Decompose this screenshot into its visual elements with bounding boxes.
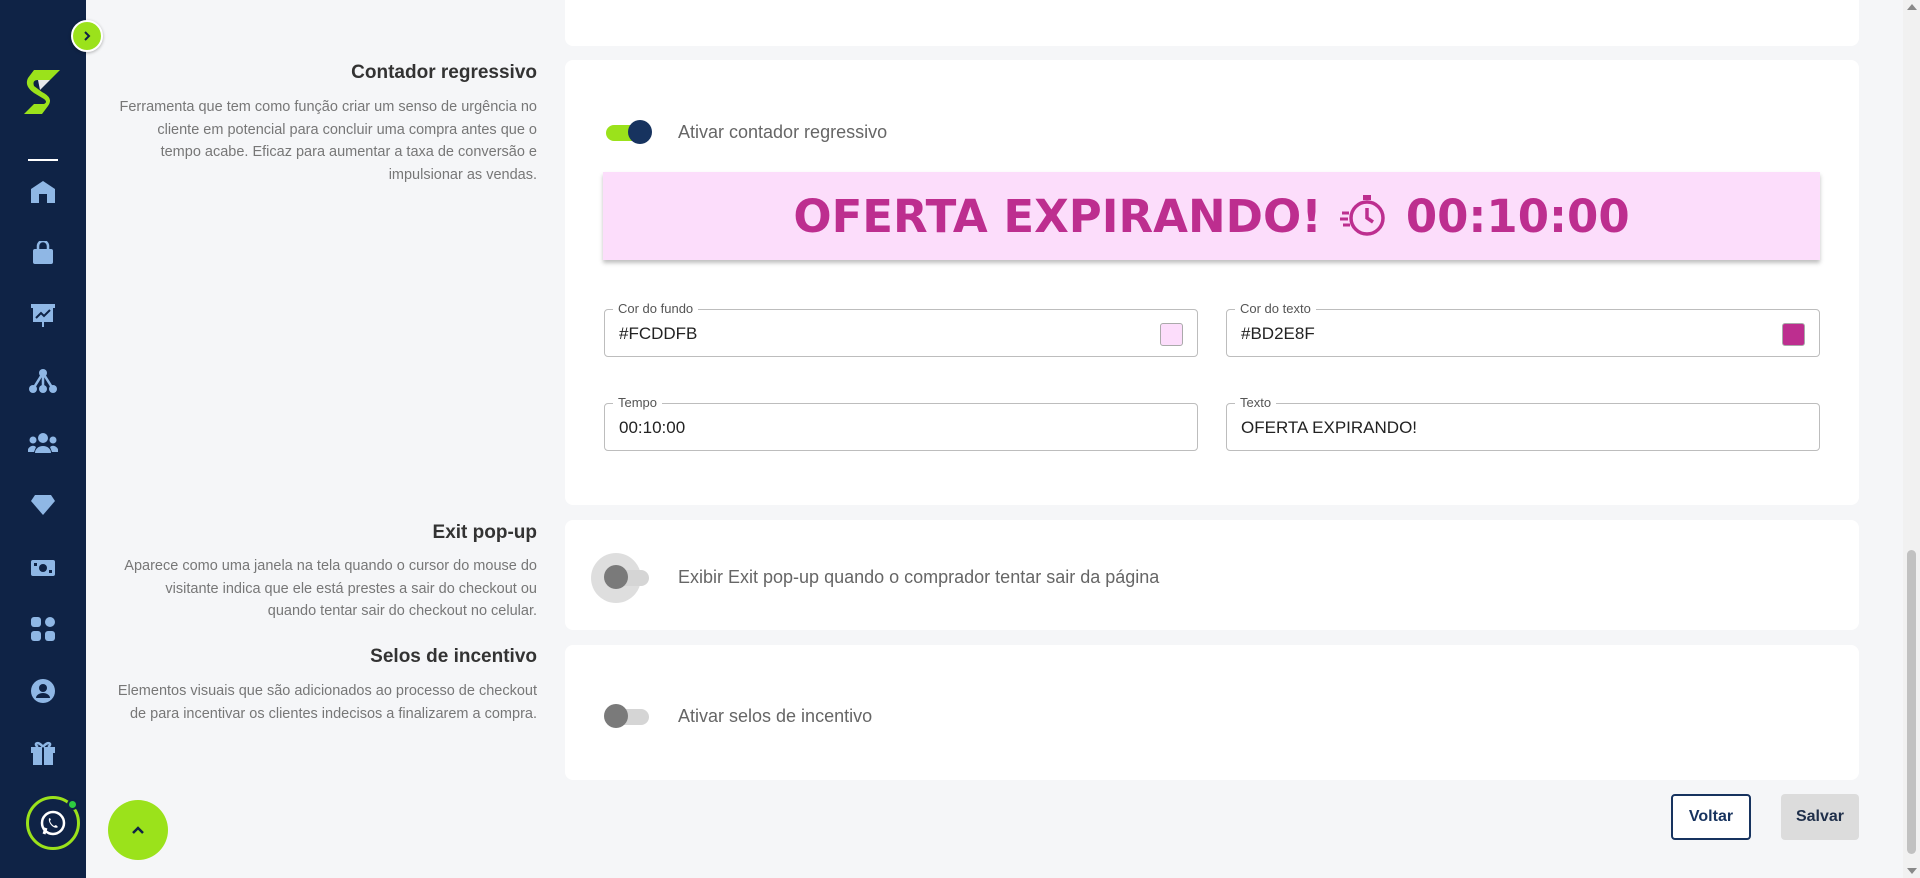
users-icon[interactable] [28,428,58,458]
scroll-top-button[interactable] [108,800,168,860]
scroll-down-arrow[interactable] [1907,868,1917,874]
user-circle-icon[interactable] [28,676,58,706]
sidebar [0,0,86,878]
home-icon[interactable] [28,177,58,207]
whatsapp-button[interactable] [26,796,80,850]
countdown-description: Ferramenta que tem como função criar um … [119,99,538,183]
exit-popup-title: Exit pop-up [432,522,537,543]
text-color-swatch[interactable] [1782,323,1805,346]
text-color-label: Cor do texto [1235,301,1316,316]
badges-title: Selos de incentivo [370,646,537,667]
bg-color-swatch[interactable] [1160,323,1183,346]
page-scrollbar[interactable] [1903,0,1920,878]
money-icon[interactable] [28,553,58,583]
previous-section-card [565,0,1859,46]
text-color-value: #BD2E8F [1241,324,1315,343]
chevron-right-icon [84,31,91,41]
text-label: Texto [1235,395,1277,410]
text-color-field[interactable]: Cor do texto #BD2E8F [1226,301,1820,357]
shopping-bag-icon[interactable] [28,238,58,268]
whatsapp-icon [40,810,66,836]
gift-icon[interactable] [28,738,58,768]
countdown-preview-banner: OFERTA EXPIRANDO! 00:10:00 [603,172,1820,260]
countdown-toggle[interactable] [606,120,652,144]
text-field[interactable]: Texto OFERTA EXPIRANDO! [1226,395,1820,451]
sidebar-expand-button[interactable] [71,20,103,52]
online-indicator [67,799,78,810]
exit-popup-toggle-label: Exibir Exit pop-up quando o comprador te… [678,567,1160,587]
text-value: OFERTA EXPIRANDO! [1241,418,1418,437]
countdown-toggle-label: Ativar contador regressivo [678,122,888,142]
scroll-thumb[interactable] [1907,550,1916,854]
exit-popup-toggle[interactable] [604,565,649,589]
badges-toggle[interactable] [604,704,649,728]
logo [24,70,60,114]
bg-color-value: #FCDDFB [619,324,698,343]
badges-toggle-label: Ativar selos de incentivo [678,706,873,726]
back-button[interactable]: Voltar [1671,794,1751,840]
banner-time: 00:10:00 [1405,189,1630,243]
time-field[interactable]: Tempo 00:10:00 [604,395,1198,451]
countdown-title: Contador regressivo [351,62,537,83]
banner-text: OFERTA EXPIRANDO! [793,189,1322,243]
stopwatch-icon [1339,195,1385,236]
bg-color-label: Cor do fundo [613,301,699,316]
diamond-icon[interactable] [28,490,58,520]
time-value: 00:10:00 [619,418,686,437]
scroll-up-arrow[interactable] [1907,4,1917,10]
badges-description: Elementos visuais que são adicionados ao… [117,683,537,722]
presentation-chart-icon[interactable] [28,300,58,330]
apps-icon[interactable] [28,614,58,644]
network-icon[interactable] [28,366,58,396]
save-button[interactable]: Salvar [1781,794,1859,840]
exit-popup-description: Aparece como uma janela na tela quando o… [124,558,537,619]
chevron-up-icon [132,826,144,834]
sidebar-divider [28,159,58,161]
bg-color-field[interactable]: Cor do fundo #FCDDFB [604,301,1198,357]
time-label: Tempo [613,395,663,410]
